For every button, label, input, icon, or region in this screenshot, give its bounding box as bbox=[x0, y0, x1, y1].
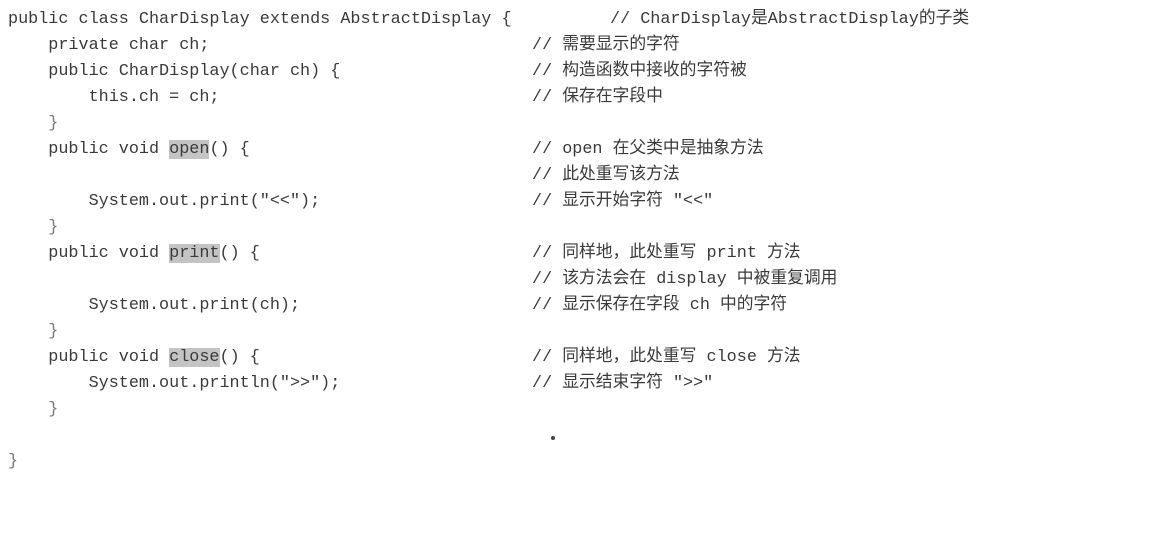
print-speck bbox=[551, 436, 555, 440]
code-text: public void bbox=[8, 244, 170, 263]
comment-print: // 同样地，此处重写 print 方法 bbox=[532, 244, 801, 263]
code-line-close-method: public void close() { bbox=[8, 348, 260, 368]
highlighted-method-open: open bbox=[169, 140, 210, 159]
comment-close: // 同样地，此处重写 close 方法 bbox=[532, 348, 801, 367]
code-line-close-brace: } bbox=[8, 322, 59, 341]
comment-open: // open 在父类中是抽象方法 bbox=[532, 140, 764, 159]
comment-class-decl: // CharDisplay是AbstractDisplay的子类 bbox=[610, 10, 970, 29]
code-line-close-brace: } bbox=[8, 114, 59, 133]
comment-print-ch: // 显示保存在字段 ch 中的字符 bbox=[532, 296, 788, 315]
code-line-print-method: public void print() { bbox=[8, 244, 260, 264]
comment-constructor: // 构造函数中接收的字符被 bbox=[532, 62, 747, 81]
comment-print-open: // 显示开始字符 "<<" bbox=[532, 192, 714, 211]
code-text: () { bbox=[219, 244, 260, 263]
code-line-print-ch: System.out.print(ch); bbox=[8, 296, 301, 315]
comment-repeat: // 该方法会在 display 中被重复调用 bbox=[532, 270, 838, 289]
comment-println: // 显示结束字符 ">>" bbox=[532, 374, 714, 393]
code-text: () { bbox=[209, 140, 250, 159]
highlighted-method-close: close bbox=[169, 348, 220, 367]
code-text: public void bbox=[8, 140, 170, 159]
code-line-class-close-brace: } bbox=[8, 452, 19, 471]
code-line-println: System.out.println(">>"); bbox=[8, 374, 341, 393]
code-line-constructor: public CharDisplay(char ch) { bbox=[8, 62, 341, 81]
code-text: () { bbox=[219, 348, 260, 367]
code-text: public void bbox=[8, 348, 170, 367]
code-text: public class CharDisplay extends Abstrac… bbox=[8, 10, 532, 29]
code-line-field: private char ch; bbox=[8, 36, 210, 55]
code-line-close-brace: } bbox=[8, 400, 59, 419]
code-line-close-brace: } bbox=[8, 218, 59, 237]
code-line-print-open: System.out.print("<<"); bbox=[8, 192, 321, 211]
code-line-open-method: public void open() { bbox=[8, 140, 250, 160]
comment-assign: // 保存在字段中 bbox=[532, 88, 663, 107]
comment-override: // 此处重写该方法 bbox=[532, 166, 680, 185]
code-line-assign: this.ch = ch; bbox=[8, 88, 220, 107]
comment-field: // 需要显示的字符 bbox=[532, 36, 680, 55]
highlighted-method-print: print bbox=[169, 244, 220, 263]
code-line-class-decl: public class CharDisplay extends Abstrac… bbox=[8, 10, 532, 30]
